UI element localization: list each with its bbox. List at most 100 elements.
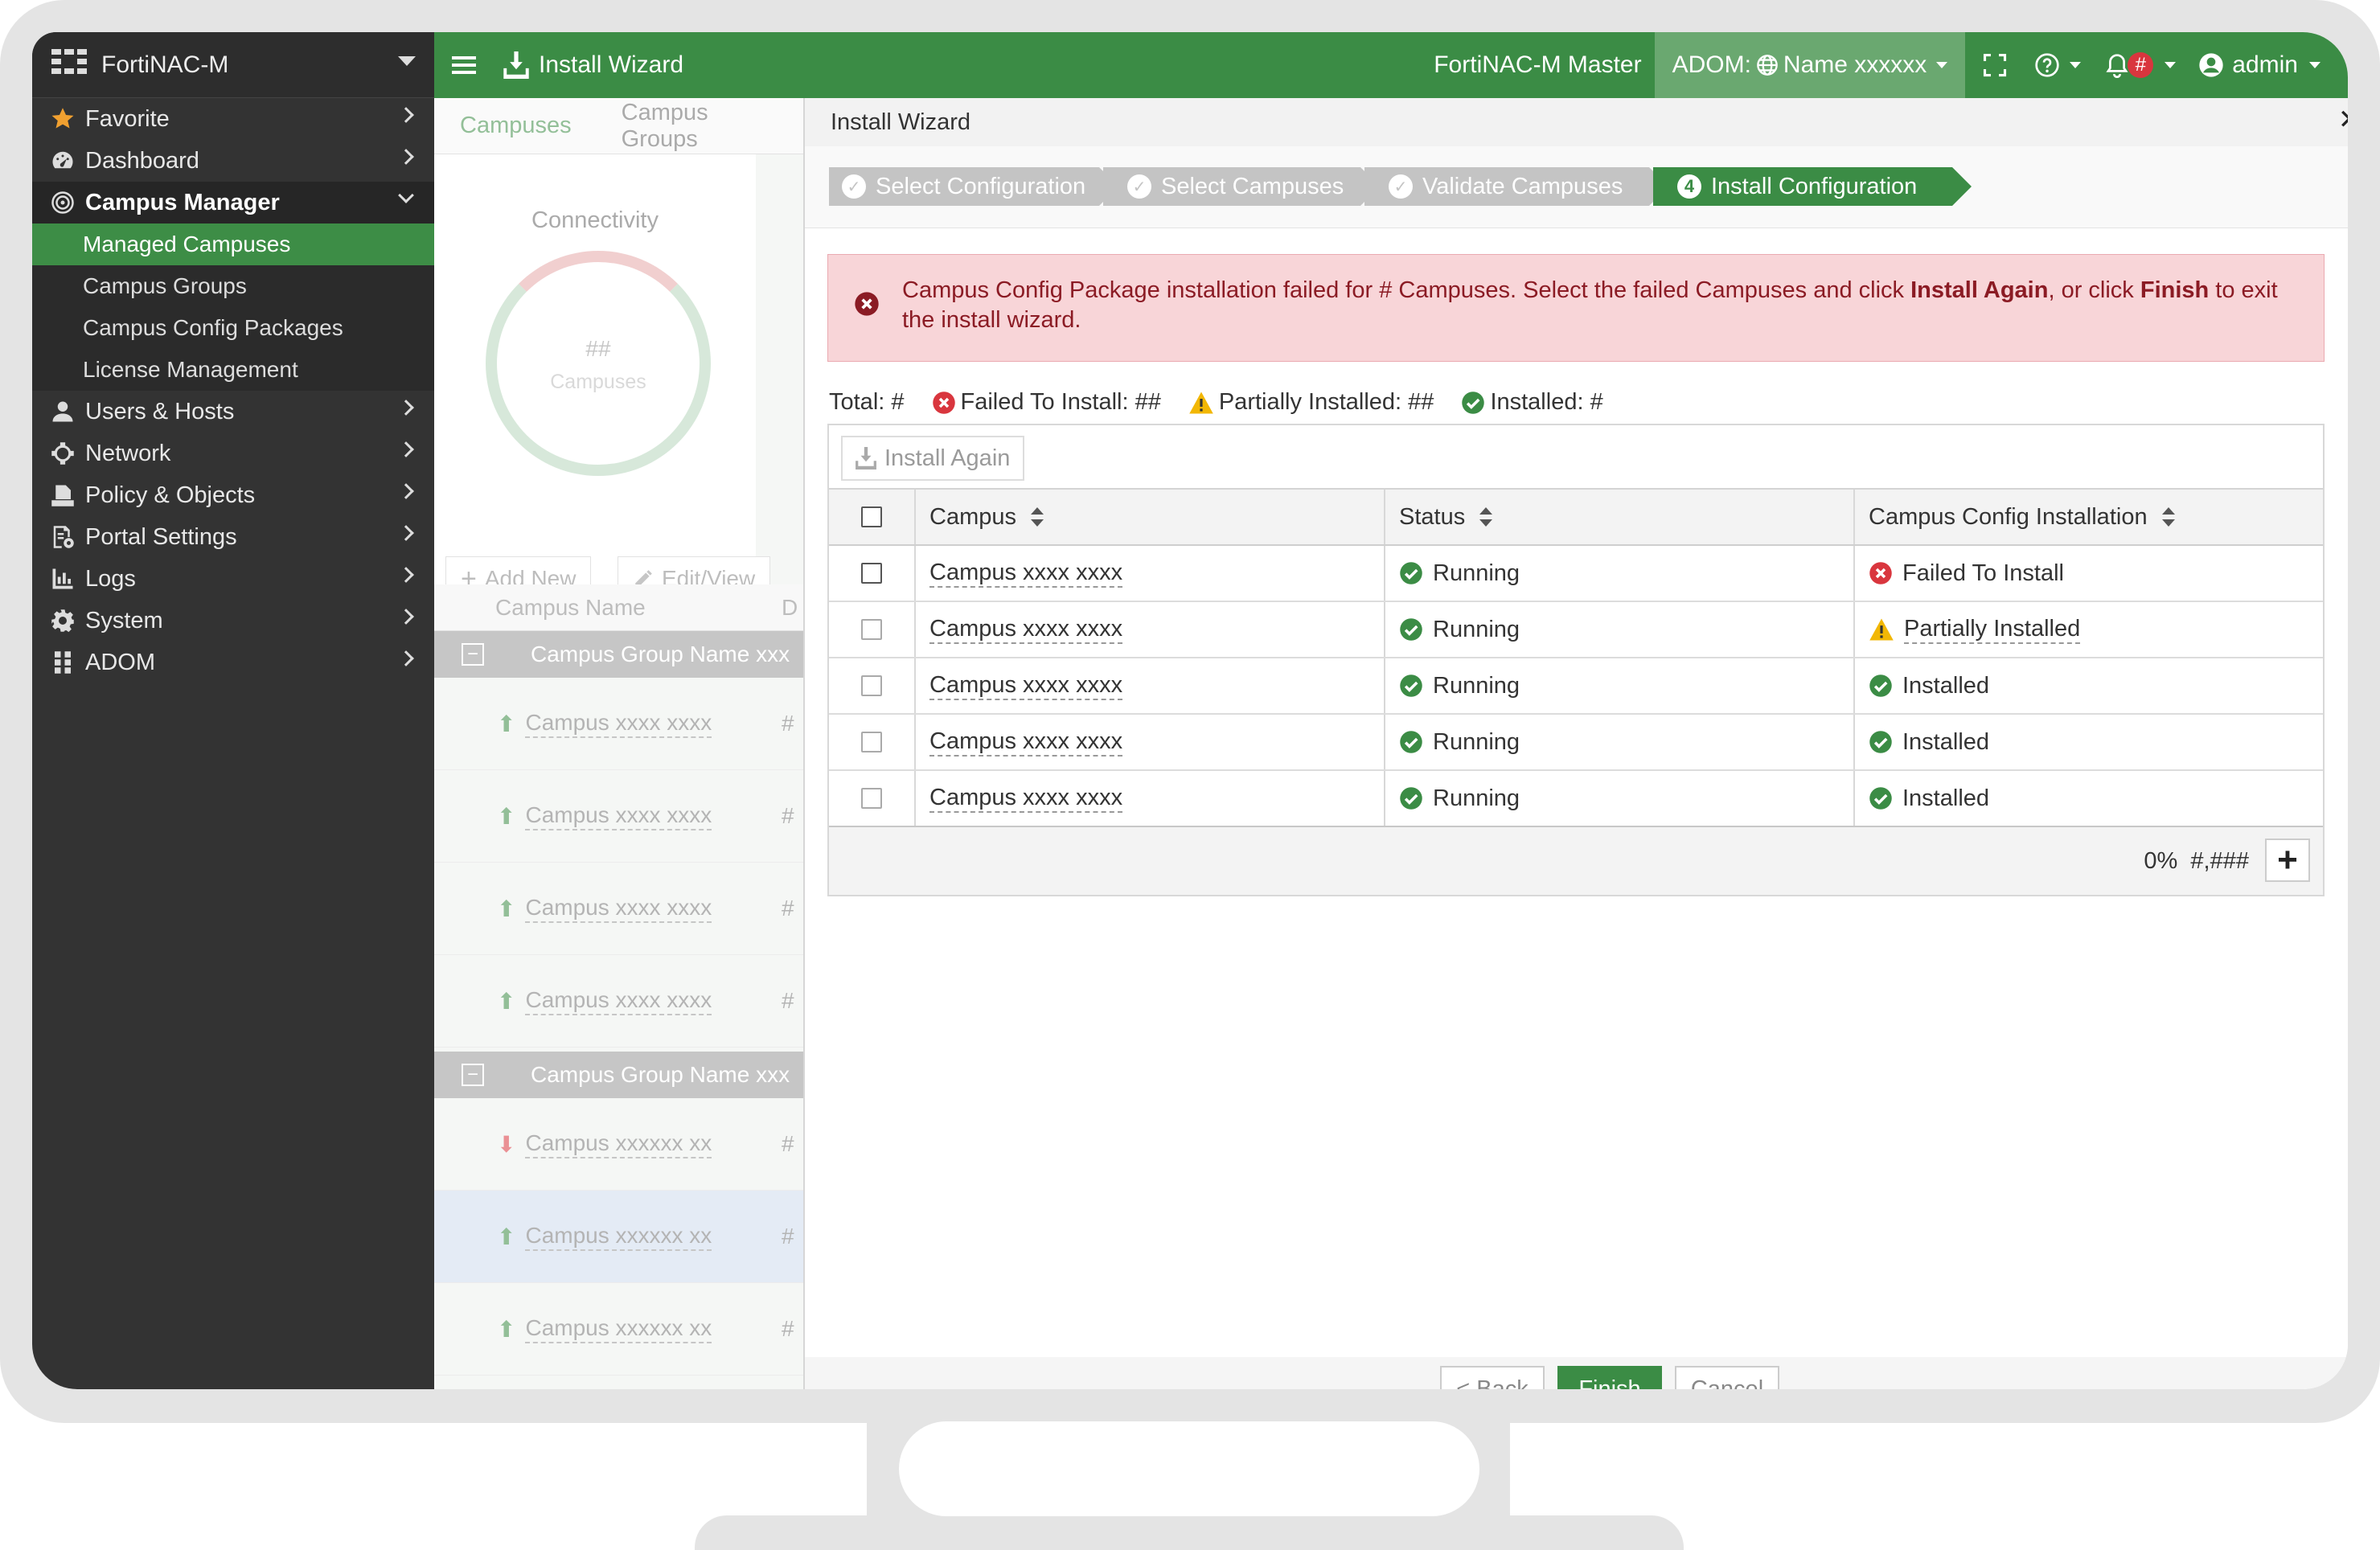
column-header-campus[interactable]: Campus [916, 490, 1385, 544]
column-label: Campus Config Installation [1869, 503, 2148, 530]
widget-title: Connectivity [531, 207, 659, 233]
chevron-right-icon [398, 107, 414, 123]
back-button[interactable]: < Back [1440, 1366, 1545, 1389]
fullscreen-icon[interactable] [1983, 32, 2007, 98]
install-again-button[interactable]: Install Again [841, 436, 1025, 481]
logs-icon [50, 566, 76, 592]
gear-icon [50, 608, 76, 634]
failed-icon [932, 391, 955, 414]
user-name: admin [2232, 51, 2298, 78]
partially-installed-link[interactable]: Partially Installed [1904, 616, 2081, 644]
row-hash: # [782, 711, 794, 736]
sidebar-subitem-managed-campuses[interactable]: Managed Campuses [32, 223, 434, 265]
sidebar-item-system[interactable]: System [32, 600, 434, 642]
campus-name: Campus xxxxxx xx [525, 1315, 712, 1343]
alert-finish: Finish [2140, 277, 2210, 303]
row-hash: # [782, 1224, 794, 1249]
sidebar-item-label: Campus Manager [85, 189, 280, 215]
step-select-configuration: ✓ Select Configuration [829, 167, 1118, 206]
adom-selector[interactable]: ADOM: Name xxxxxx [1654, 32, 1966, 98]
summary-failed-label: Failed To Install: ## [960, 389, 1161, 415]
sidebar-item-adom[interactable]: ADOM [32, 642, 434, 683]
row-checkbox[interactable] [861, 732, 882, 752]
sidebar-item-label: Logs [85, 565, 136, 592]
campus-link[interactable]: Campus xxxx xxxx [929, 728, 1123, 757]
campus-link[interactable]: Campus xxxx xxxx [929, 672, 1123, 700]
app-switcher-caret-icon [398, 56, 416, 66]
donut-label: Campuses [550, 371, 646, 393]
add-icon[interactable]: + [2265, 839, 2310, 882]
wizard-steps: ✓ Select Configuration ✓ Select Campuses… [805, 146, 2348, 228]
error-alert: Campus Config Package installation faile… [827, 254, 2325, 362]
monitor-base [695, 1515, 1684, 1550]
table-row[interactable]: Campus xxxx xxxx Running Installed [829, 771, 2323, 827]
column-header-install[interactable]: Campus Config Installation [1855, 490, 2323, 544]
campus-link[interactable]: Campus xxxx xxxx [929, 616, 1123, 644]
table-row[interactable]: Campus xxxx xxxx Running Partially Insta… [829, 602, 2323, 658]
close-icon[interactable]: ✕ [2337, 106, 2348, 133]
notification-badge: # [2128, 52, 2154, 78]
campus-manager-icon [50, 190, 76, 215]
row-checkbox[interactable] [861, 619, 882, 640]
row-checkbox[interactable] [861, 788, 882, 809]
tab-campus-groups: Campus Groups [621, 99, 708, 152]
sort-icon [1479, 507, 1493, 527]
chevron-right-icon [398, 149, 414, 165]
campus-link[interactable]: Campus xxxx xxxx [929, 785, 1123, 813]
step-label: Install Configuration [1711, 173, 1918, 199]
step-install-configuration: 4 Install Configuration [1653, 167, 1972, 206]
connectivity-widget: Connectivity ## Campuses [434, 154, 756, 588]
column-header-status[interactable]: Status [1385, 490, 1855, 544]
bell-icon [2105, 52, 2129, 78]
app-switcher[interactable]: FortiNAC-M [32, 32, 434, 98]
error-icon [854, 291, 880, 325]
user-menu[interactable]: admin [2198, 32, 2320, 98]
campus-name: Campus xxxxxx xx [525, 1130, 712, 1158]
app-name: FortiNAC-M [101, 51, 229, 78]
table-row[interactable]: Campus xxxx xxxx Running Failed To Insta… [829, 546, 2323, 602]
sidebar-item-label: Favorite [85, 105, 170, 132]
sidebar-item-campus-manager[interactable]: Campus Manager [32, 182, 434, 223]
sidebar-subitem-license-management[interactable]: License Management [32, 349, 434, 391]
sidebar-item-logs[interactable]: Logs [32, 558, 434, 600]
step-label: Select Configuration [876, 173, 1086, 199]
table-toolbar: Install Again [829, 425, 2323, 490]
campus-link[interactable]: Campus xxxx xxxx [929, 560, 1123, 588]
campus-name: Campus xxxx xxxx [525, 895, 712, 923]
sidebar-item-portal-settings[interactable]: Portal Settings [32, 516, 434, 558]
row-checkbox[interactable] [861, 563, 882, 584]
select-all-checkbox[interactable] [861, 506, 882, 527]
sidebar-item-dashboard[interactable]: Dashboard [32, 140, 434, 182]
table-row[interactable]: Campus xxxx xxxx Running Installed [829, 658, 2323, 715]
campus-row: ⬇ Campus xxxxxx xx # [434, 1098, 803, 1191]
install-status-text: Installed [1902, 785, 1990, 811]
sidebar-item-policy-objects[interactable]: Policy & Objects [32, 474, 434, 516]
sidebar-item-network[interactable]: Network [32, 433, 434, 474]
network-icon [50, 441, 76, 466]
sidebar-item-users-hosts[interactable]: Users & Hosts [32, 391, 434, 433]
row-hash: # [782, 1316, 794, 1341]
sidebar-subitem-campus-groups[interactable]: Campus Groups [32, 265, 434, 307]
caret-down-icon [1936, 62, 1948, 68]
chevron-right-icon [398, 441, 414, 457]
row-checkbox[interactable] [861, 675, 882, 696]
sidebar-item-favorite[interactable]: Favorite [32, 98, 434, 140]
success-icon [1869, 786, 1893, 810]
table-row[interactable]: Campus xxxx xxxx Running Installed [829, 715, 2323, 771]
hamburger-menu-icon[interactable] [452, 32, 476, 98]
finish-button[interactable]: Finish [1557, 1366, 1662, 1389]
row-hash: # [782, 803, 794, 828]
campus-name: Campus xxxx xxxx [525, 710, 712, 738]
step-label: Validate Campuses [1422, 173, 1623, 199]
help-menu[interactable] [2034, 32, 2082, 98]
alert-text: , or click [2048, 277, 2140, 303]
group-name: Campus Group Name xxx [531, 1062, 790, 1087]
table-header: Campus Status Campus Config Installation [829, 490, 2323, 546]
sidebar-subitem-campus-config-packages[interactable]: Campus Config Packages [32, 307, 434, 349]
row-hash: # [782, 988, 794, 1013]
top-bar: Install Wizard FortiNAC-M Master ADOM: N… [434, 32, 2348, 98]
dialog-title: Install Wizard [805, 98, 2348, 146]
cancel-button[interactable]: Cancel [1675, 1366, 1779, 1389]
notifications-menu[interactable]: # [2105, 32, 2177, 98]
portal-settings-icon [50, 524, 76, 550]
